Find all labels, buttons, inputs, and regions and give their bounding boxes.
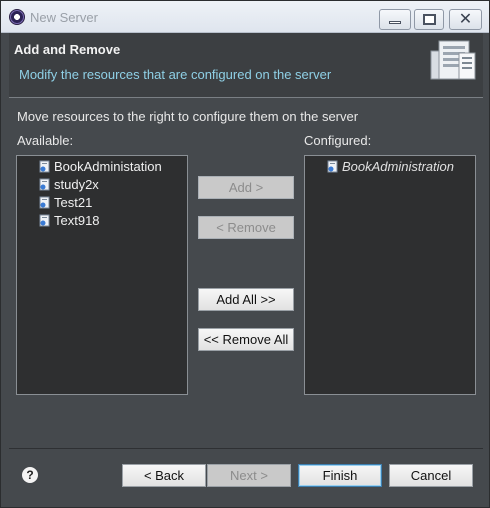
instruction-text: Move resources to the right to configure…: [17, 109, 359, 124]
back-button[interactable]: < Back: [122, 464, 206, 487]
available-label: Available:: [17, 133, 74, 148]
page-title: Add and Remove: [14, 42, 121, 57]
list-item[interactable]: BookAdministration: [305, 158, 475, 176]
list-item-label: Test21: [54, 195, 93, 210]
title-bar[interactable]: New Server ✕: [1, 1, 489, 33]
list-item-label: study2x: [54, 177, 99, 192]
minimize-button[interactable]: [379, 9, 411, 30]
next-button[interactable]: Next >: [207, 464, 291, 487]
list-item[interactable]: BookAdministation: [17, 158, 187, 176]
web-project-icon: [39, 214, 50, 227]
server-icon: [430, 40, 476, 80]
cancel-button[interactable]: Cancel: [389, 464, 473, 487]
minimize-icon: [389, 21, 401, 24]
maximize-button[interactable]: [414, 9, 444, 30]
wizard-header: Add and Remove Modify the resources that…: [9, 33, 483, 98]
add-all-button[interactable]: Add All >>: [198, 288, 294, 311]
eclipse-icon: [9, 9, 25, 25]
web-project-icon: [327, 160, 338, 173]
web-project-icon: [39, 160, 50, 173]
window-title: New Server: [30, 10, 98, 25]
configured-list[interactable]: BookAdministration: [304, 155, 476, 395]
finish-button[interactable]: Finish: [298, 464, 382, 487]
configured-label: Configured:: [304, 133, 372, 148]
close-button[interactable]: ✕: [449, 9, 482, 30]
web-project-icon: [39, 196, 50, 209]
help-icon[interactable]: ?: [22, 467, 38, 483]
add-button[interactable]: Add >: [198, 176, 294, 199]
list-item[interactable]: study2x: [17, 176, 187, 194]
available-list[interactable]: BookAdministation study2x Test21 Text918: [16, 155, 188, 395]
new-server-dialog: New Server ✕ Add and Remove Modify the r…: [0, 0, 490, 508]
remove-button[interactable]: < Remove: [198, 216, 294, 239]
page-description: Modify the resources that are configured…: [19, 67, 332, 82]
remove-all-button[interactable]: << Remove All: [198, 328, 294, 351]
list-item[interactable]: Test21: [17, 194, 187, 212]
list-item-label: BookAdministation: [54, 159, 162, 174]
close-icon: ✕: [458, 10, 473, 28]
list-item-label: Text918: [54, 213, 100, 228]
web-project-icon: [39, 178, 50, 191]
list-item[interactable]: Text918: [17, 212, 187, 230]
list-item-label: BookAdministration: [342, 159, 454, 174]
maximize-icon: [422, 14, 436, 25]
